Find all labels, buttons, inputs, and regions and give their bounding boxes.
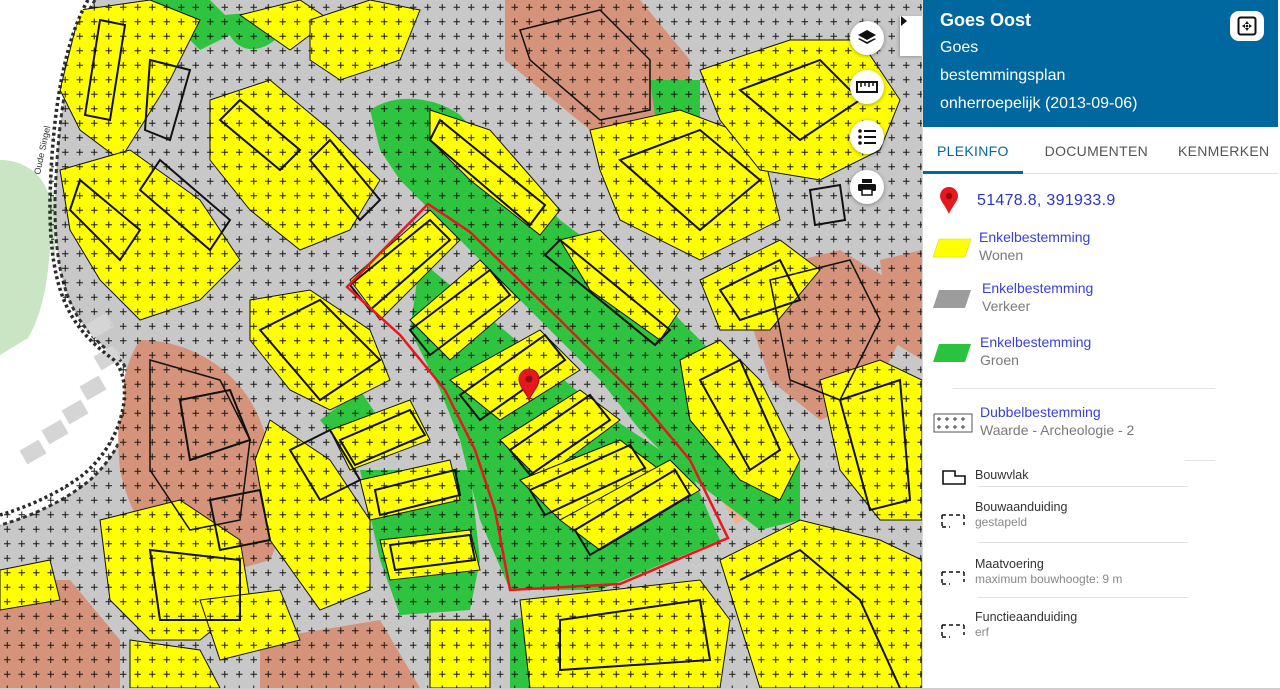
grey-parallelogram-icon [933,290,971,308]
info-panel: Goes Oost Goes bestemmingsplan onherroep… [922,0,1278,688]
tab-documenten[interactable]: DOCUMENTEN [1031,127,1162,173]
legend-divider [978,542,1188,543]
legend-value: maximum bouwhoogte: 9 m [975,572,1123,586]
legend-divider [978,597,1188,598]
legend-item-groen: Enkelbestemming Groen [933,333,1263,369]
map-pin-icon [940,187,958,214]
plan-title: Goes Oost [940,10,1032,30]
legend-value: Verkeer [982,298,1031,314]
archeologie-overlay [0,0,922,688]
panel-tabs: PLEKINFO DOCUMENTEN KENMERKEN [923,127,1278,174]
bouwvlak-outline-icon [942,470,966,485]
legend-value: Waarde - Archeologie - 2 [980,422,1135,438]
legend-title: Bouwvlak [975,468,1029,482]
coordinate-row: 51478.8, 391933.9 [939,187,1116,215]
app-window: Oude Singel Goes Oost Goes bestemmingspl… [0,0,1280,690]
legend-item-wonen: Enkelbestemming Wonen [933,228,1263,264]
measure-button[interactable] [850,70,884,104]
plus-grid-icon [933,413,973,433]
measure-ruler-icon [856,81,878,93]
legend-item-verkeer: Enkelbestemming Verkeer [933,279,1263,315]
legend-title: Bouwaanduiding [975,500,1068,514]
legend-title: Maatvoering [975,557,1044,571]
map-view[interactable]: Oude Singel [0,0,922,688]
layers-icon [858,30,876,44]
print-icon [858,179,876,196]
dashed-bracket-icon [941,514,965,528]
legend-divider [978,486,1188,487]
legend-item-bouwvlak: Bouwvlak [933,457,1263,487]
legend-category-link[interactable]: Enkelbestemming [980,333,1091,351]
legend-category-link[interactable]: Dubbelbestemming [980,403,1134,421]
legend-category-link[interactable]: Enkelbestemming [982,279,1093,297]
dashed-bracket-icon [941,571,965,585]
panel-collapse-toggle[interactable] [900,16,922,56]
caret-right-icon [901,16,907,26]
map-canvas[interactable]: Oude Singel [0,0,922,688]
legend-button[interactable] [850,120,884,154]
zoom-to-extent-button[interactable] [1230,11,1264,41]
tab-kenmerken[interactable]: KENMERKEN [1164,127,1280,173]
panel-header: Goes Oost Goes bestemmingsplan onherroep… [923,0,1278,127]
legend-category-link[interactable]: Enkelbestemming [979,228,1090,246]
legend-value: Groen [980,352,1019,368]
legend-title: Functieaanduiding [975,610,1078,624]
green-parallelogram-icon [933,344,971,362]
print-button[interactable] [850,170,884,204]
legend-value: gestapeld [975,515,1028,529]
legend-value: Wonen [979,247,1024,263]
legend-item-functieaanduiding: Functieaanduiding erf [933,610,1263,640]
legend-list-icon [858,129,876,145]
yellow-parallelogram-icon [933,238,972,258]
legend-item-archeologie: Dubbelbestemming Waarde - Archeologie - … [933,403,1263,439]
zoom-extent-icon [1237,16,1257,36]
coordinate-text: 51478.8, 391933.9 [977,192,1116,209]
dashed-bracket-icon [941,624,965,638]
plan-type: bestemmingsplan [940,67,1066,84]
legend-item-bouwaanduiding: Bouwaanduiding gestapeld [933,500,1263,530]
plan-status: onherroepelijk (2013-09-06) [940,95,1138,112]
tab-plekinfo[interactable]: PLEKINFO [923,127,1023,174]
legend-item-maatvoering: Maatvoering maximum bouwhoogte: 9 m [933,557,1263,587]
legend-value: erf [975,625,990,639]
legend-divider [953,388,1215,389]
plan-municipality: Goes [940,39,979,56]
layers-button[interactable] [850,21,884,55]
